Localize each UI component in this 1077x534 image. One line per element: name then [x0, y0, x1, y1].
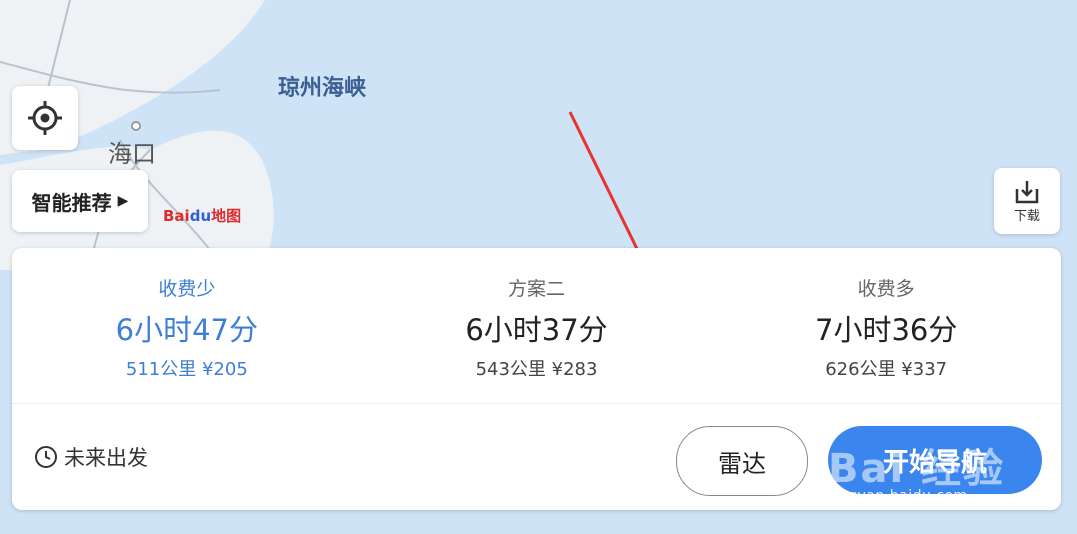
future-departure-button[interactable]: 未来出发 [34, 442, 148, 472]
route-option-2[interactable]: 方案二 6小时37分 543公里 ¥283 [362, 248, 712, 403]
route-time: 6小时47分 [115, 313, 259, 347]
strait-label: 琼州海峡 [278, 76, 367, 101]
crosshair-icon [28, 101, 62, 135]
future-departure-label: 未来出发 [64, 446, 148, 470]
locate-button[interactable] [12, 86, 78, 150]
smart-recommend-label: 智能推荐 [31, 190, 112, 215]
route-name: 方案二 [508, 278, 566, 300]
route-meta: 543公里 ¥283 [475, 359, 598, 380]
route-name: 收费多 [857, 278, 915, 300]
caret-right-icon: ▶ [117, 193, 129, 209]
download-icon [1015, 180, 1039, 203]
route-time: 6小时37分 [465, 313, 608, 347]
smart-recommend-button[interactable]: 智能推荐 ▶ [12, 170, 148, 232]
download-label: 下载 [1013, 208, 1040, 224]
route-option-1[interactable]: 收费少 6小时47分 511公里 ¥205 [12, 248, 362, 403]
route-option-3[interactable]: 收费多 7小时36分 626公里 ¥337 [711, 248, 1061, 403]
city-label: 海口 [108, 140, 156, 168]
clock-icon [35, 446, 57, 468]
watermark-url: jingyan.baidu.com [830, 488, 968, 504]
baidu-map-logo: Baidu地图 [163, 207, 242, 225]
route-name: 收费少 [158, 278, 216, 300]
watermark-text: Bai 经验 [828, 446, 1006, 492]
download-button[interactable]: 下载 [994, 168, 1060, 234]
route-meta: 626公里 ¥337 [825, 359, 948, 380]
route-time: 7小时36分 [815, 313, 958, 347]
route-options: 收费少 6小时47分 511公里 ¥205 方案二 6小时37分 543公里 ¥… [12, 248, 1061, 404]
radar-button[interactable]: 雷达 [676, 426, 808, 496]
route-meta: 511公里 ¥205 [125, 359, 248, 380]
